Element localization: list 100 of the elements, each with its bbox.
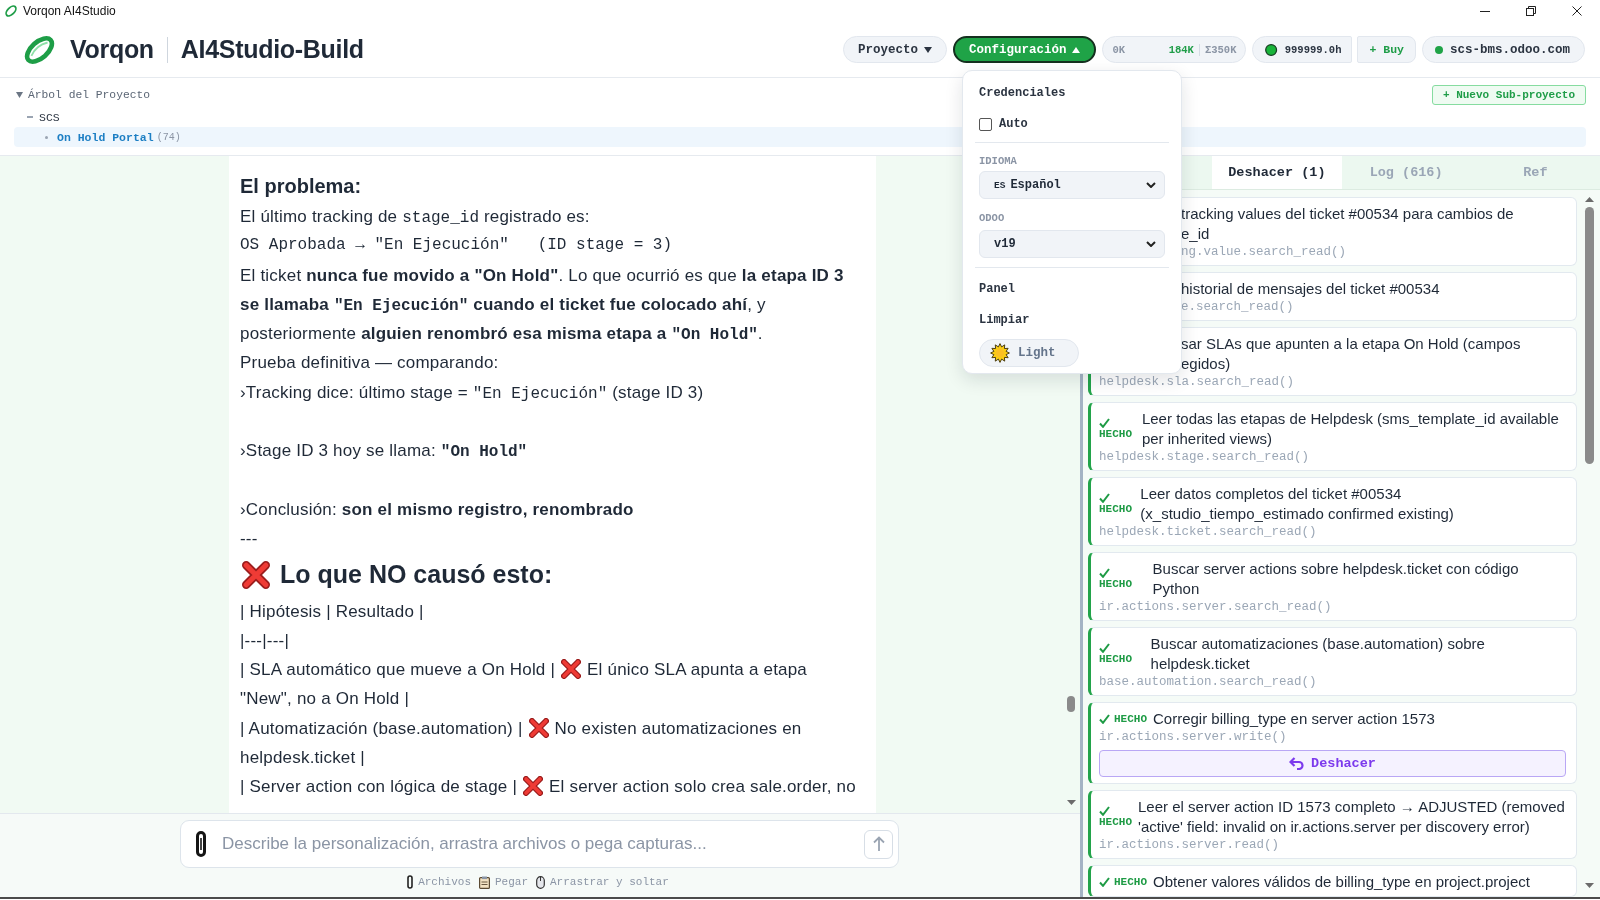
hint-label: Pegar — [495, 876, 528, 888]
undo-icon — [1289, 757, 1305, 770]
tokens-session: 184K — [1168, 43, 1194, 56]
action-title: historial de mensajes del ticket #00534 — [1181, 279, 1440, 299]
scroll-down-icon[interactable] — [1066, 800, 1076, 805]
arrow-up-icon — [872, 836, 885, 852]
close-icon[interactable] — [1572, 6, 1582, 16]
caret-icon — [16, 91, 23, 98]
minimize-icon[interactable] — [1480, 10, 1490, 12]
message-paragraph: El último tracking de stage_id registrado es: — [240, 206, 591, 229]
caret-icon — [923, 46, 932, 53]
action-code: ng.value.search_read() — [1181, 244, 1348, 261]
action-code: ir.actions.server.write() — [1099, 729, 1288, 746]
action-code: ir.actions.server.search_read() — [1099, 599, 1333, 616]
undo-button[interactable]: Deshacer — [1099, 750, 1566, 777]
action-title: tracking values del ticket #00534 para cambios de e_id — [1181, 204, 1514, 244]
menu-item[interactable]: Limpiar — [979, 310, 1165, 330]
clipboard-icon — [479, 875, 490, 889]
caret-icon — [1072, 46, 1081, 53]
version-select[interactable]: v19 — [979, 230, 1165, 258]
message-point: ›Tracking dice: último stage = "En Ejecución" (stage ID 3) — [240, 381, 705, 405]
buy-button[interactable]: + Buy — [1357, 36, 1416, 63]
code-line: OS Aprobada → "En Ejecución" (ID stage = 3) — [240, 235, 674, 257]
tree-item[interactable]: SCS — [14, 108, 60, 126]
scrollbar-thumb[interactable] — [1067, 696, 1075, 712]
message-point: ›Stage ID 3 hoy se llama: "On Hold" — [240, 440, 529, 464]
menu-item[interactable]: Panel — [979, 279, 1165, 299]
menu-section-title: Credenciales — [979, 85, 1067, 102]
flag-code: ES — [994, 179, 1006, 191]
action-title: Leer el server action ID 1573 completo → ADJUSTED (removed 'active' field: invalid on ir.actions.server per discovery error) — [1138, 797, 1566, 837]
tree-header[interactable]: Árbol del Proyecto — [14, 88, 151, 101]
action-code: helpdesk.sla.search_read() — [1099, 374, 1296, 391]
message-text: | Server action con lógica de stage | — [240, 777, 518, 797]
chevron-icon — [1146, 182, 1156, 188]
checkbox[interactable] — [979, 117, 992, 131]
message-paragraph: Prueba definitiva — comparando: — [240, 352, 500, 375]
message-text: El server action solo crea sale.order, no — [549, 777, 856, 797]
paperclip-icon — [407, 875, 414, 889]
check-icon — [1099, 806, 1110, 816]
message-paragraph: --- — [240, 528, 259, 551]
message-text: | SLA automático que mueve a On Hold | — [240, 660, 556, 680]
action-title: Buscar server actions sobre helpdesk.ticket con código Python — [1152, 559, 1520, 599]
app-logo-icon — [4, 4, 18, 18]
project-title: AI4Studio-Build — [180, 35, 364, 64]
item-count: (74) — [156, 131, 181, 143]
cross-icon — [242, 561, 270, 590]
action-title: Corregir billing_type en server action 1573 — [1153, 709, 1435, 729]
window-title: Vorqon AI4Studio — [23, 4, 116, 18]
logo-icon — [24, 34, 55, 65]
credit-amount: 999999.0h — [1284, 43, 1342, 56]
check-icon — [1099, 418, 1110, 428]
message-paragraph: "New", no a On Hold | — [240, 688, 411, 711]
scrollbar-thumb[interactable] — [1584, 207, 1594, 464]
cross-icon — [561, 659, 582, 680]
message-text: | Automatización (base.automation) | — [240, 718, 523, 738]
credit-dot-icon — [1265, 42, 1278, 57]
field-label: ODOO — [979, 211, 1006, 225]
message-input[interactable]: Describe la personalización, arrastra archivos o pega capturas... — [222, 832, 848, 856]
tokens-used: 0K — [1112, 43, 1126, 56]
message-heading: El problema: — [240, 174, 363, 199]
action-code: ir.actions.server.read() — [1099, 837, 1281, 854]
scroll-down-icon[interactable] — [1584, 883, 1594, 888]
action-code: base.automation.search_read() — [1099, 674, 1318, 691]
restore-icon[interactable] — [1526, 6, 1536, 16]
action-code: helpdesk.stage.search_read() — [1099, 449, 1311, 466]
cross-icon — [528, 717, 549, 738]
new-subproject-button[interactable]: + Nuevo Sub-proyecto — [1431, 84, 1586, 105]
brand-name: Vorqon — [70, 35, 154, 64]
menu-button[interactable]: Configuración — [952, 36, 1097, 63]
language-select[interactable]: ES Español — [979, 171, 1165, 199]
menu-button[interactable]: Proyecto — [842, 36, 947, 63]
dot-icon — [45, 135, 48, 139]
theme-toggle[interactable]: Light — [979, 339, 1079, 367]
check-icon — [1099, 877, 1110, 887]
sun-icon — [990, 343, 1010, 363]
status-label: HECHO — [1099, 578, 1132, 590]
host-name: scs-bms.odoo.com — [1449, 42, 1570, 57]
field-label: IDIOMA — [979, 154, 1018, 168]
panel-tab[interactable]: Deshacer (1) — [1212, 156, 1342, 189]
action-code: helpdesk.ticket.search_read() — [1099, 524, 1318, 541]
message-paragraph: | Hipótesis | Resultado | — [240, 600, 425, 623]
hint-label: Archivos — [418, 876, 471, 888]
status-label: HECHO — [1099, 653, 1132, 665]
message-field[interactable]: Describe la personalización, arrastra archivos o pega capturas... — [180, 820, 899, 868]
check-icon — [1099, 714, 1110, 724]
paperclip-icon[interactable] — [196, 831, 206, 857]
status-label: HECHO — [1099, 816, 1132, 828]
message-paragraph: |---|---| — [240, 629, 290, 652]
check-icon — [1099, 568, 1110, 578]
status-label: HECHO — [1114, 876, 1147, 888]
message-point: ›Conclusión: son el mismo registro, renombrado — [240, 498, 635, 521]
tokens-total: Σ350K — [1198, 43, 1237, 56]
scroll-up-icon[interactable] — [1584, 197, 1594, 202]
check-icon — [1099, 493, 1110, 503]
action-title: Obtener valores válidos de billing_type en project.project — [1153, 872, 1530, 892]
dash-icon — [27, 116, 33, 118]
chevron-icon — [1146, 241, 1156, 247]
action-title: Buscar automatizaciones (base.automation) sobre helpdesk.ticket — [1150, 634, 1486, 674]
action-title: Leer todas las etapas de Helpdesk (sms_template_id available per inherited views) — [1141, 409, 1560, 449]
status-label: HECHO — [1114, 713, 1147, 725]
